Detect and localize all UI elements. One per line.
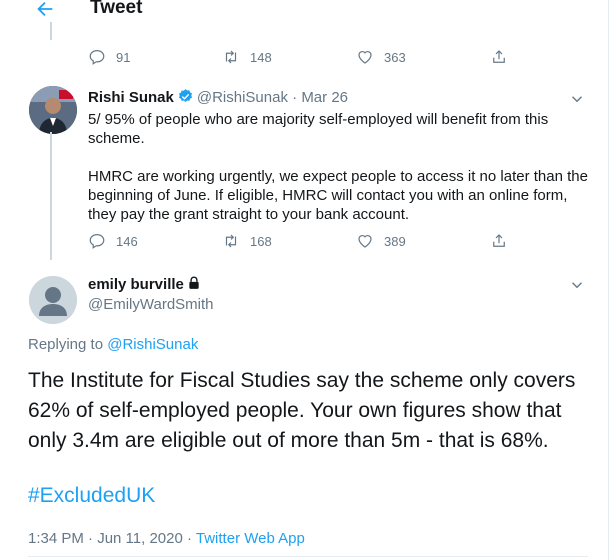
avatar[interactable] <box>29 86 77 134</box>
chevron-down-icon[interactable] <box>568 90 586 108</box>
tweet-meta: 1:34 PM · Jun 11, 2020 · Twitter Web App <box>28 530 305 547</box>
default-avatar-icon <box>29 276 77 324</box>
heart-icon <box>358 235 372 248</box>
replying-to-link[interactable]: @RishiSunak <box>107 336 198 353</box>
tweet-text: 5/ 95% of people who are majority self-e… <box>88 111 588 223</box>
arrow-left-icon[interactable] <box>34 0 56 20</box>
divider <box>28 556 588 557</box>
avatar[interactable] <box>29 276 77 324</box>
hashtag-link[interactable]: #ExcludedUK <box>28 484 155 508</box>
reply-count: 91 <box>116 49 131 65</box>
retweet-icon <box>225 234 237 248</box>
like-count: 389 <box>384 233 406 249</box>
heart-icon <box>358 51 372 64</box>
reply-button[interactable]: 146 <box>88 232 138 250</box>
share-icon <box>493 50 505 63</box>
tweet-date[interactable]: Mar 26 <box>301 89 348 106</box>
retweet-icon <box>225 50 237 64</box>
thread-line <box>50 132 52 260</box>
retweet-button[interactable]: 168 <box>222 232 272 250</box>
author-name-row: emily burville <box>88 276 201 293</box>
share-button[interactable] <box>490 48 518 66</box>
author-handle[interactable]: @RishiSunak <box>197 89 288 106</box>
like-button[interactable]: 363 <box>356 48 406 66</box>
page-title: Tweet <box>90 0 143 18</box>
replying-to-label: Replying to <box>28 336 104 353</box>
tweet-source-link[interactable]: Twitter Web App <box>196 530 305 547</box>
reply-icon <box>89 234 105 249</box>
verified-badge-icon <box>178 89 192 102</box>
replying-to-line: Replying to @RishiSunak <box>28 336 198 353</box>
reply-icon <box>89 50 105 65</box>
share-button[interactable] <box>490 232 518 250</box>
like-count: 363 <box>384 49 406 65</box>
column-border <box>608 0 609 560</box>
chevron-down-icon[interactable] <box>568 276 586 294</box>
tweet-author-row: Rishi Sunak @RishiSunak · Mar 26 <box>88 88 348 106</box>
author-name[interactable]: emily burville <box>88 276 184 293</box>
reply-count: 146 <box>116 233 138 249</box>
share-icon <box>493 234 505 247</box>
like-button[interactable]: 389 <box>356 232 406 250</box>
tweet2-action-bar: 146 168 389 <box>88 232 518 254</box>
lock-icon <box>189 276 199 289</box>
author-handle[interactable]: @EmilyWardSmith <box>88 296 214 313</box>
retweet-button[interactable]: 148 <box>222 48 272 66</box>
reply-button[interactable]: 91 <box>88 48 130 66</box>
tweet-timestamp[interactable]: 1:34 PM · Jun 11, 2020 · <box>28 530 192 547</box>
retweet-count: 148 <box>250 49 272 65</box>
retweet-count: 168 <box>250 233 272 249</box>
profile-photo-icon <box>29 86 77 134</box>
separator-dot: · <box>292 89 298 106</box>
header-bar: Tweet <box>0 0 610 22</box>
tweet-text: The Institute for Fiscal Studies say the… <box>28 369 576 452</box>
thread-line <box>50 22 52 40</box>
author-name[interactable]: Rishi Sunak <box>88 89 174 106</box>
tweet1-action-bar: 91 148 363 <box>88 48 518 70</box>
